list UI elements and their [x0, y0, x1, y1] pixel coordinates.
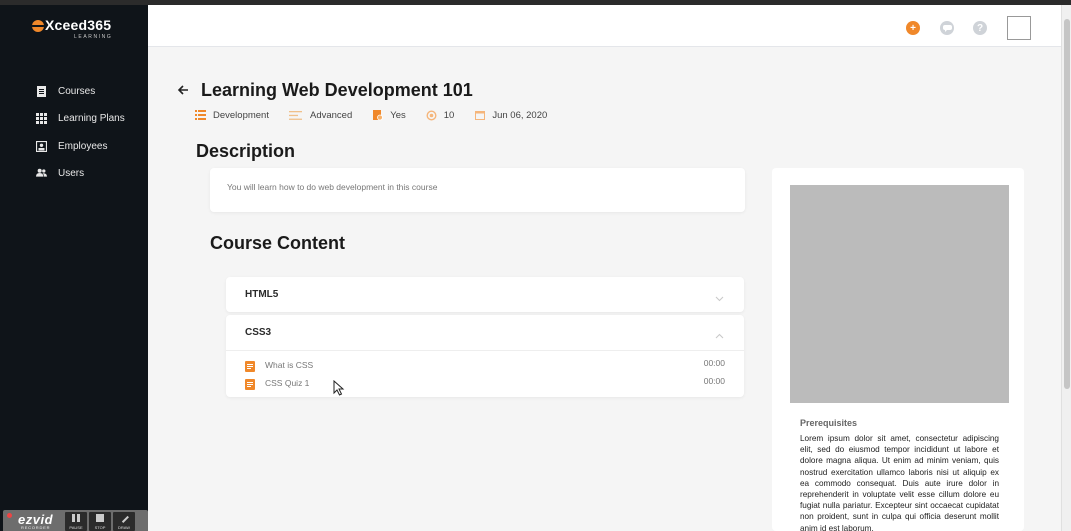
prerequisites-heading: Prerequisites: [800, 418, 858, 428]
scrollbar[interactable]: [1061, 5, 1071, 531]
prerequisites-text: Lorem ipsum dolor sit amet, consectetur …: [800, 434, 999, 531]
sidebar-item-employees[interactable]: Employees: [36, 138, 107, 154]
pen-icon: [119, 513, 129, 523]
logo-mark-icon: [32, 20, 44, 32]
lesson-item[interactable]: CSS Quiz 1 00:00: [245, 376, 725, 390]
lesson-duration: 00:00: [703, 358, 725, 368]
section-html5: HTML5: [226, 277, 744, 312]
list-icon: [195, 110, 206, 121]
sidebar-item-label: Users: [58, 167, 85, 179]
sidebar-item-label: Learning Plans: [58, 112, 125, 124]
meta-category: Development: [195, 110, 269, 121]
chat-icon[interactable]: [940, 21, 954, 35]
grid-icon: [36, 112, 47, 124]
document-icon: [36, 85, 47, 97]
section-title: HTML5: [245, 289, 279, 300]
certificate-icon: [372, 109, 383, 121]
description-text: You will learn how to do web development…: [227, 182, 438, 192]
back-arrow-icon[interactable]: [176, 83, 190, 97]
logo-text: Xceed365: [45, 17, 112, 33]
stop-button[interactable]: STOP: [89, 512, 111, 531]
sidebar-item-label: Employees: [58, 140, 108, 152]
recorder-subtitle: RECORDER: [21, 525, 51, 530]
stop-icon: [96, 514, 104, 522]
sidebar-item-users[interactable]: Users: [36, 165, 84, 181]
meta-category-text: Development: [213, 109, 269, 121]
top-header: + ?: [148, 5, 1061, 47]
meta-level: Advanced: [289, 110, 352, 121]
meta-level-text: Advanced: [309, 109, 353, 121]
lesson-quiz-icon: [245, 377, 255, 390]
meta-date-text: Jun 06, 2020: [492, 109, 548, 121]
sidebar: Xceed365 LEARNING Courses Learning Plans…: [0, 5, 148, 531]
lesson-name: CSS Quiz 1: [265, 378, 310, 388]
sidebar-item-courses[interactable]: Courses: [36, 83, 95, 99]
badge-icon: [426, 109, 437, 121]
chevron-down-icon: [715, 290, 724, 302]
description-heading: Description: [196, 141, 296, 161]
align-left-icon: [289, 110, 303, 121]
section-header-css3[interactable]: CSS3: [226, 315, 744, 350]
scrollbar-thumb[interactable]: [1064, 19, 1070, 389]
calendar-icon: [474, 110, 485, 121]
course-thumbnail: [790, 185, 1009, 403]
page-title: Learning Web Development 101: [201, 80, 473, 100]
pause-icon: [72, 514, 80, 522]
sidebar-item-learning-plans[interactable]: Learning Plans: [36, 110, 125, 126]
section-divider: [226, 350, 744, 351]
stop-label: STOP: [94, 525, 106, 530]
meta-date: Jun 06, 2020: [474, 110, 547, 121]
chevron-up-icon: [715, 328, 724, 339]
course-content-heading: Course Content: [210, 233, 345, 253]
users-icon: [36, 168, 47, 179]
description-card: You will learn how to do web development…: [210, 168, 745, 212]
avatar[interactable]: [1007, 16, 1031, 40]
draw-label: DRAW: [117, 525, 131, 530]
draw-button[interactable]: DRAW: [113, 512, 135, 531]
section-header-html5[interactable]: HTML5: [226, 277, 744, 312]
lesson-document-icon: [245, 359, 255, 372]
section-css3: CSS3 What is CSS 00:00 CSS Quiz 1 00:00: [226, 315, 744, 397]
add-icon[interactable]: +: [906, 21, 920, 35]
meta-certificate: Yes: [372, 109, 406, 121]
screen-recorder-bar: ezvid RECORDER PAUSE STOP DRAW: [3, 510, 148, 531]
sidebar-item-label: Courses: [58, 85, 96, 97]
logo-subtitle: LEARNING: [74, 34, 113, 40]
meta-count: 10: [426, 109, 455, 121]
course-meta: Development Advanced Yes 10 Jun 06, 2020: [195, 108, 567, 122]
lesson-item[interactable]: What is CSS 00:00: [245, 358, 725, 372]
id-card-icon: [36, 140, 47, 152]
meta-certificate-text: Yes: [390, 109, 406, 121]
lesson-duration: 00:00: [703, 376, 725, 386]
course-side-panel: Prerequisites Lorem ipsum dolor sit amet…: [772, 168, 1024, 531]
pause-label: PAUSE: [69, 525, 83, 530]
pause-button[interactable]: PAUSE: [65, 512, 87, 531]
lesson-name: What is CSS: [265, 360, 314, 370]
record-dot-icon: [7, 513, 12, 518]
section-title: CSS3: [245, 327, 272, 338]
help-icon[interactable]: ?: [973, 21, 987, 35]
meta-count-text: 10: [443, 109, 455, 121]
mouse-cursor-icon: [333, 379, 345, 396]
